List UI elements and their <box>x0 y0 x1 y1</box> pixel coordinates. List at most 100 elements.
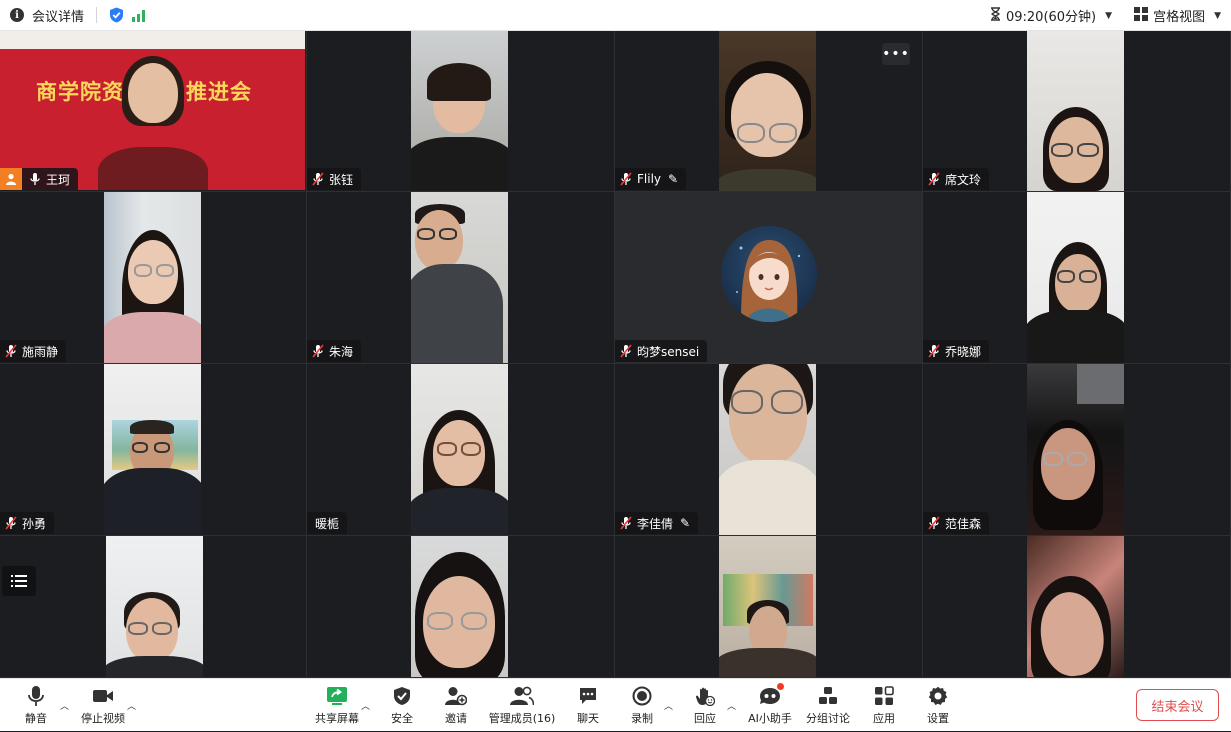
participant-video <box>1027 31 1124 191</box>
meeting-info-label[interactable]: 会议详情 <box>32 6 84 25</box>
participant-video <box>1027 192 1124 363</box>
share-screen-button[interactable]: 共享屏幕 <box>313 679 361 732</box>
chevron-up-icon[interactable]: ︿ <box>727 699 736 712</box>
video-grid: 商学院资 推进会 王珂 张钰 ••• Flily ✎ 席文玲 施雨静 朱海 昀梦… <box>0 31 1231 678</box>
participant-name: 朱海 <box>329 344 354 359</box>
settings-button[interactable]: 设置 <box>924 679 952 732</box>
participant-name: 施雨静 <box>22 344 59 359</box>
manage-members-button[interactable]: 管理成员(16) <box>487 679 557 732</box>
video-tile[interactable] <box>923 536 1231 678</box>
stop-video-label: 停止视频 <box>81 712 125 725</box>
video-tile[interactable]: 施雨静 <box>0 192 307 364</box>
record-icon <box>630 685 654 707</box>
chevron-up-icon[interactable]: ︿ <box>60 699 69 712</box>
raise-hand-icon <box>693 685 717 707</box>
participant-video <box>1027 364 1124 535</box>
react-button[interactable]: 回应 <box>691 679 719 732</box>
participant-video <box>411 364 508 535</box>
mic-muted-icon <box>927 344 941 358</box>
participant-video <box>411 31 508 191</box>
video-tile[interactable]: 昀梦sensei <box>615 192 923 364</box>
participant-nametag: 乔晓娜 <box>923 340 990 362</box>
mic-muted-icon <box>619 344 633 358</box>
top-bar: i 会议详情 09:20(60分钟) ▼ 宫格视图 ▼ <box>0 0 1231 31</box>
mic-muted-icon <box>311 172 325 186</box>
pencil-icon: ✎ <box>668 172 679 186</box>
invite-button[interactable]: 邀请 <box>442 679 470 732</box>
video-tile[interactable]: 朱海 <box>307 192 615 364</box>
meeting-toolbar: 静音 ︿ 停止视频 ︿ 共享屏幕 ︿ 安全 邀请 管理成员(16) 聊天 录制 … <box>0 678 1231 731</box>
host-icon <box>0 168 22 190</box>
participant-video <box>97 53 208 190</box>
participant-name: 席文玲 <box>945 172 982 187</box>
chat-button[interactable]: 聊天 <box>574 679 602 732</box>
video-tile[interactable]: 孙勇 <box>0 364 307 536</box>
participant-video <box>104 192 201 363</box>
shield-icon[interactable] <box>109 7 124 23</box>
participant-nametag: 孙勇 <box>0 512 55 534</box>
participant-nametag: 张钰 <box>307 168 362 190</box>
participant-nametag: 施雨静 <box>0 340 67 362</box>
info-icon[interactable]: i <box>10 8 24 22</box>
chevron-up-icon[interactable]: ︿ <box>664 699 673 712</box>
video-tile[interactable]: 商学院资 推进会 王珂 <box>0 31 307 192</box>
list-icon[interactable] <box>2 566 36 596</box>
mute-button[interactable]: 静音 <box>20 679 52 732</box>
gear-icon <box>926 685 950 707</box>
apps-button[interactable]: 应用 <box>870 679 898 732</box>
divider <box>96 7 98 23</box>
video-tile[interactable]: 席文玲 <box>923 31 1231 192</box>
mic-muted-icon <box>311 344 325 358</box>
signal-icon[interactable] <box>132 9 147 22</box>
security-button[interactable]: 安全 <box>388 679 416 732</box>
chevron-down-icon: ▼ <box>1214 10 1221 21</box>
record-label: 录制 <box>631 712 653 725</box>
mic-muted-icon <box>619 172 633 186</box>
react-label: 回应 <box>694 712 716 725</box>
video-tile[interactable]: ••• Flily ✎ <box>615 31 923 192</box>
chevron-up-icon[interactable]: ︿ <box>361 699 370 712</box>
participant-nametag: 暖栀 <box>307 512 348 534</box>
record-button[interactable]: 录制 <box>628 679 656 732</box>
participant-nametag: 范佳森 <box>923 512 990 534</box>
chat-label: 聊天 <box>577 712 599 725</box>
participant-video <box>719 364 816 535</box>
video-tile[interactable] <box>615 536 923 678</box>
video-tile[interactable]: 暖栀 <box>307 364 615 536</box>
video-tile[interactable] <box>0 536 307 678</box>
manage-members-label: 管理成员(16) <box>488 712 556 725</box>
meeting-banner: 商学院资 推进会 <box>0 31 305 190</box>
security-label: 安全 <box>391 712 413 725</box>
mic-icon <box>28 172 42 186</box>
share-screen-icon <box>325 685 349 707</box>
breakout-rooms-button[interactable]: 分组讨论 <box>805 679 851 732</box>
ai-assistant-icon <box>758 683 784 707</box>
participant-name: 张钰 <box>329 172 354 187</box>
participant-name: 乔晓娜 <box>945 344 982 359</box>
participant-name: 昀梦sensei <box>637 344 700 359</box>
participant-name: 王珂 <box>46 172 71 187</box>
invite-label: 邀请 <box>445 712 467 725</box>
participant-video <box>1027 536 1124 677</box>
chevron-down-icon[interactable]: ▼ <box>1105 11 1112 21</box>
hourglass-icon <box>990 6 1001 25</box>
mic-muted-icon <box>927 172 941 186</box>
participant-avatar <box>720 225 817 322</box>
end-meeting-button[interactable]: 结束会议 <box>1136 689 1219 721</box>
chevron-up-icon[interactable]: ︿ <box>127 699 136 712</box>
video-tile[interactable]: 张钰 <box>307 31 615 192</box>
ai-assistant-button[interactable]: AI小助手 <box>747 679 793 732</box>
video-tile[interactable] <box>307 536 615 678</box>
timer-text: 09:20(60分钟) <box>1005 10 1097 25</box>
participant-video <box>106 536 203 677</box>
video-tile[interactable]: 乔晓娜 <box>923 192 1231 364</box>
participant-name: 孙勇 <box>22 516 47 531</box>
view-switch-button[interactable]: 宫格视图 ▼ <box>1134 6 1221 25</box>
video-tile[interactable]: 李佳倩 ✎ <box>615 364 923 536</box>
add-user-icon <box>444 685 468 707</box>
shield-icon <box>390 685 414 707</box>
video-tile[interactable]: 范佳森 <box>923 364 1231 536</box>
meeting-timer[interactable]: 09:20(60分钟) ▼ <box>990 6 1112 25</box>
more-options-button[interactable]: ••• <box>882 43 910 65</box>
stop-video-button[interactable]: 停止视频 <box>78 679 128 732</box>
